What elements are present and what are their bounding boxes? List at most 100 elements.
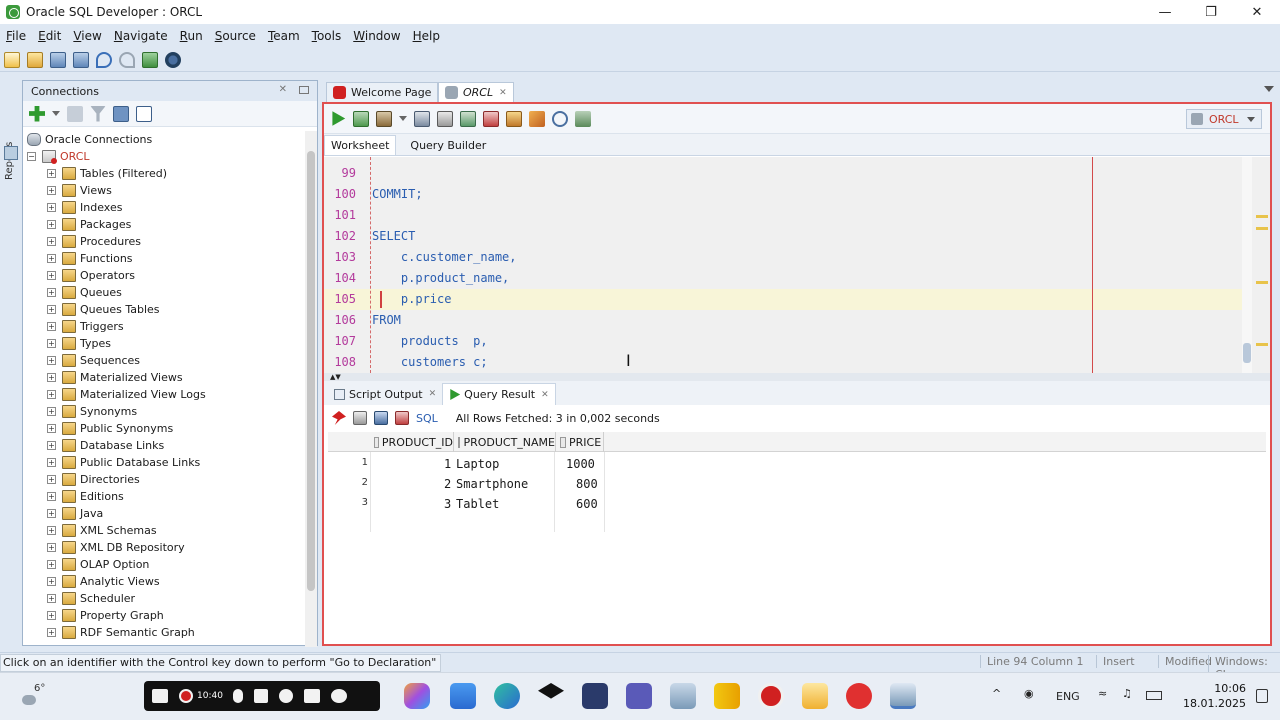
expand-icon[interactable]: + [47,594,56,603]
chevron-down-icon[interactable] [52,111,60,116]
expand-icon[interactable]: + [47,458,56,467]
tree-node[interactable]: + Synonyms [23,403,305,420]
tab-script-output[interactable]: Script Output ✕ [328,383,442,405]
expand-icon[interactable]: + [47,407,56,416]
maximize-button[interactable]: ❐ [1188,0,1234,24]
expand-icon[interactable]: + [47,543,56,552]
expand-icon[interactable]: + [47,186,56,195]
code-editor[interactable]: 99 100 COMMIT; 101 102 SELECT 103 c.custom… [324,157,1270,373]
minimize-button[interactable]: — [1142,0,1188,24]
close-tab-icon[interactable]: ✕ [541,390,549,400]
tree-node[interactable]: + Public Synonyms [23,420,305,437]
marker[interactable] [1256,343,1268,346]
tree-node[interactable]: + Tables (Filtered) [23,165,305,182]
commit-icon[interactable] [376,110,392,127]
filter-icon[interactable] [90,105,106,122]
expand-icon[interactable]: + [47,390,56,399]
schema-browser-icon[interactable] [113,105,129,122]
tree-node[interactable]: + Directories [23,471,305,488]
expand-icon[interactable]: + [47,509,56,518]
tree-node[interactable]: + Queues [23,284,305,301]
microphone-icon[interactable] [232,689,243,703]
tab-worksheet[interactable]: Worksheet [324,135,397,155]
expand-icon[interactable]: + [47,611,56,620]
tab-orcl[interactable]: ORCL ✕ [438,82,514,102]
tree-node[interactable]: + Java [23,505,305,522]
table-row[interactable]: 3 3 Tablet 600 [328,494,608,514]
save-icon[interactable] [50,51,66,68]
minimize-panel-icon[interactable] [299,86,309,94]
tree-node-oracle-connections[interactable]: Oracle Connections [23,131,305,148]
tree-node[interactable]: + Database Links [23,437,305,454]
menu-run[interactable]: Run [180,29,203,43]
expand-icon[interactable]: + [47,237,56,246]
vpn-icon[interactable] [670,683,696,709]
redo-icon[interactable] [119,51,135,68]
tree-node[interactable]: + Operators [23,267,305,284]
tab-welcome-page[interactable]: Welcome Page [326,82,439,102]
speaker-icon[interactable] [253,689,268,703]
tree-node[interactable]: + Packages [23,216,305,233]
tree-node[interactable]: + XML DB Repository [23,539,305,556]
add-connection-icon[interactable] [29,105,45,122]
copilot-icon[interactable] [404,683,430,709]
expand-icon[interactable]: + [47,322,56,331]
language-indicator[interactable]: ENG [1056,690,1080,703]
marker[interactable] [1256,281,1268,284]
connections-scrollbar[interactable] [305,131,317,647]
tree-node[interactable]: + Indexes [23,199,305,216]
marker[interactable] [1256,227,1268,230]
tree-node[interactable]: + Analytic Views [23,573,305,590]
expand-icon[interactable]: + [47,271,56,280]
close-tab-icon[interactable]: ✕ [429,389,437,399]
gear-icon[interactable] [330,689,347,703]
expand-icon[interactable]: + [47,254,56,263]
tab-query-result[interactable]: Query Result ✕ [442,383,556,405]
undo-icon[interactable] [96,51,112,68]
print-icon[interactable] [353,411,367,425]
menu-source[interactable]: Source [215,29,256,43]
expand-icon[interactable]: + [47,220,56,229]
chevron-up-icon[interactable]: ^ [992,687,1001,700]
menu-file[interactable]: File [6,29,26,43]
expand-icon[interactable]: + [47,492,56,501]
tree-node[interactable]: + Triggers [23,318,305,335]
expand-icon[interactable]: + [47,475,56,484]
record-icon[interactable] [179,689,193,703]
run-statement-icon[interactable] [332,111,346,126]
collapse-arrows-icon[interactable]: ▲▼ [330,373,341,381]
marker[interactable] [1256,215,1268,218]
scrollbar-thumb[interactable] [307,151,315,591]
column-header-price[interactable]: PRICE [556,432,604,452]
close-icon[interactable]: ✕ [279,84,287,95]
menu-navigate[interactable]: Navigate [114,29,168,43]
rollback-icon[interactable] [460,110,476,127]
tree-node[interactable]: + Property Graph [23,607,305,624]
file-explorer-icon[interactable] [802,683,828,709]
camera-icon[interactable] [152,689,168,703]
tree-node[interactable]: + Views [23,182,305,199]
menu-edit[interactable]: Edit [38,29,61,43]
tree-node[interactable]: + OLAP Option [23,556,305,573]
column-header-product-name[interactable]: PRODUCT_NAME [454,432,556,452]
chevron-down-icon[interactable] [399,116,407,121]
expand-icon[interactable]: + [47,373,56,382]
expand-icon[interactable]: + [47,577,56,586]
expand-icon[interactable]: + [47,356,56,365]
tree-node[interactable]: + XML Schemas [23,522,305,539]
expand-icon[interactable]: + [47,169,56,178]
column-header-product-id[interactable]: PRODUCT_ID [370,432,454,452]
webcam-icon[interactable] [278,689,293,703]
menu-tools[interactable]: Tools [312,29,342,43]
editor-scrollbar[interactable] [1242,157,1252,373]
yandex-icon[interactable] [846,683,872,709]
edge-icon[interactable] [494,683,520,709]
eraser-icon[interactable] [529,110,545,127]
autotrace-icon[interactable] [437,110,453,127]
tree-node[interactable]: + Scheduler [23,590,305,607]
system-clock[interactable]: 10:06 18.01.2025 [1183,681,1246,711]
sql-tuning-icon[interactable] [506,110,522,127]
microphone-tray-icon[interactable]: ◉ [1024,687,1034,700]
sql-link[interactable]: SQL [416,412,438,425]
export-icon[interactable] [374,411,388,425]
